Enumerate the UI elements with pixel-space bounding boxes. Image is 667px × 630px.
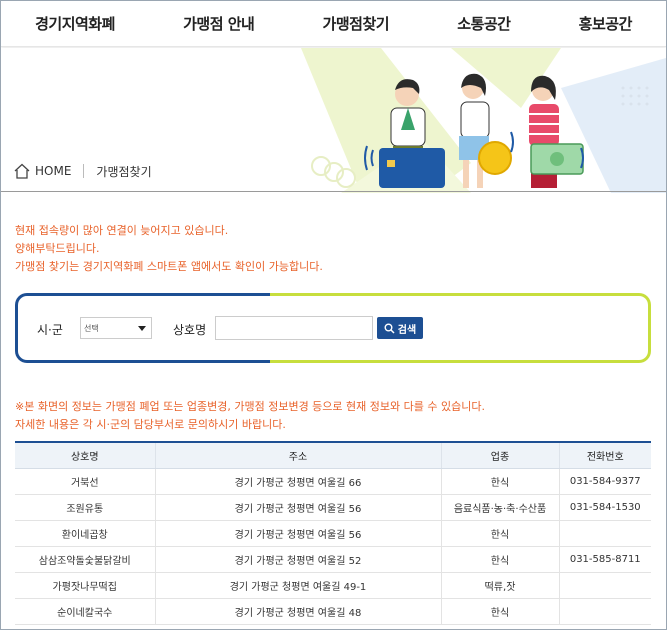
table-row[interactable]: 가평잣나무떡집 경기 가평군 청평면 여울길 49-1 떡류,잣 <box>15 572 651 599</box>
search-button-label: 검색 <box>397 324 417 336</box>
store-name-input[interactable] <box>215 316 373 340</box>
search-icon <box>384 323 395 334</box>
nav-item-promotion[interactable]: 홍보공간 <box>579 13 633 34</box>
col-header-name: 상호명 <box>15 441 155 469</box>
table-header-row: 상호명 주소 업종 전화번호 <box>15 441 651 469</box>
disclaimer-line: ※본 화면의 정보는 가맹점 폐업 또는 업종변경, 가맹점 정보변경 등으로 … <box>15 400 485 413</box>
breadcrumb-underline <box>1 191 666 192</box>
nav-item-store-guide[interactable]: 가맹점 안내 <box>183 13 255 34</box>
cell-phone <box>558 572 651 599</box>
cell-category: 떡류,잣 <box>440 572 559 599</box>
search-button[interactable]: 검색 <box>377 317 423 339</box>
disclaimer-line: 자세한 내용은 각 시·군의 담당부서로 문의하시기 바랍니다. <box>15 418 286 431</box>
top-nav: 경기지역화폐 가맹점 안내 가맹점찾기 소통공간 홍보공간 <box>1 1 666 47</box>
cell-address: 경기 가평군 청평면 여울길 56 <box>154 520 441 547</box>
cell-phone: 031-585-8711 <box>558 546 651 573</box>
cell-phone <box>558 520 651 547</box>
cell-category: 한식 <box>440 546 559 573</box>
breadcrumb-divider <box>83 164 85 178</box>
cell-phone: 031-584-9377 <box>558 468 651 495</box>
breadcrumb-home[interactable]: HOME <box>35 164 71 178</box>
cell-address: 경기 가평군 청평면 여울길 48 <box>154 598 441 625</box>
access-notice: 현재 접속량이 많아 연결이 늦어지고 있습니다. 양해부탁드립니다. 가맹점 … <box>15 222 323 276</box>
col-header-address: 주소 <box>154 441 441 469</box>
cell-store-name: 가평잣나무떡집 <box>15 572 155 599</box>
table-row[interactable]: 순이네칼국수 경기 가평군 청평면 여울길 48 한식 <box>15 598 651 625</box>
city-select[interactable]: 선택 <box>80 317 152 339</box>
cell-category: 한식 <box>440 520 559 547</box>
table-row[interactable]: 조원유통 경기 가평군 청평면 여울길 56 음료식품·농·축·수산품 031-… <box>15 494 651 521</box>
nav-item-store-search[interactable]: 가맹점찾기 <box>323 13 390 34</box>
cell-address: 경기 가평군 청평면 여울길 49-1 <box>154 572 441 599</box>
home-icon[interactable] <box>13 162 31 180</box>
cell-phone: 031-584-1530 <box>558 494 651 521</box>
table-row[interactable]: 환이네곱창 경기 가평군 청평면 여울길 56 한식 <box>15 520 651 547</box>
notice-line: 가맹점 찾기는 경기지역화폐 스마트폰 앱에서도 확인이 가능합니다. <box>15 260 323 273</box>
breadcrumb-current: 가맹점찾기 <box>96 164 152 179</box>
table-row[interactable]: 거북선 경기 가평군 청평면 여울길 66 한식 031-584-9377 <box>15 468 651 495</box>
notice-line: 양해부탁드립니다. <box>15 242 100 255</box>
cell-address: 경기 가평군 청평면 여울길 66 <box>154 468 441 495</box>
caret-down-icon <box>138 326 146 331</box>
disclaimer: ※본 화면의 정보는 가맹점 폐업 또는 업종변경, 가맹점 정보변경 등으로 … <box>15 398 485 434</box>
cell-category: 한식 <box>440 468 559 495</box>
nav-item-community[interactable]: 소통공간 <box>457 13 511 34</box>
notice-line: 현재 접속량이 많아 연결이 늦어지고 있습니다. <box>15 224 229 237</box>
cell-store-name: 순이네칼국수 <box>15 598 155 625</box>
city-label: 시·군 <box>37 323 63 337</box>
page-frame: 경기지역화폐 가맹점 안내 가맹점찾기 소통공간 홍보공간 HOME 가맹점찾기… <box>0 0 667 630</box>
cell-store-name: 조원유통 <box>15 494 155 521</box>
city-select-value: 선택 <box>84 324 99 333</box>
store-table: 상호명 주소 업종 전화번호 거북선 경기 가평군 청평면 여울길 66 한식 … <box>15 441 651 625</box>
cell-store-name: 거북선 <box>15 468 155 495</box>
col-header-phone: 전화번호 <box>558 441 651 469</box>
cell-store-name: 삼삼조약돌숯불닭갈비 <box>15 546 155 573</box>
search-panel: 시·군 선택 상호명 검색 <box>15 293 651 363</box>
cell-address: 경기 가평군 청평면 여울길 56 <box>154 494 441 521</box>
col-header-category: 업종 <box>440 441 559 469</box>
cell-phone <box>558 598 651 625</box>
cell-store-name: 환이네곱창 <box>15 520 155 547</box>
nav-item-local-currency[interactable]: 경기지역화폐 <box>35 13 115 34</box>
table-row[interactable]: 삼삼조약돌숯불닭갈비 경기 가평군 청평면 여울길 52 한식 031-585-… <box>15 546 651 573</box>
cell-category: 음료식품·농·축·수산품 <box>440 494 559 521</box>
breadcrumb: HOME 가맹점찾기 <box>13 160 152 182</box>
store-name-label: 상호명 <box>173 323 207 337</box>
cell-address: 경기 가평군 청평면 여울길 52 <box>154 546 441 573</box>
cell-category: 한식 <box>440 598 559 625</box>
